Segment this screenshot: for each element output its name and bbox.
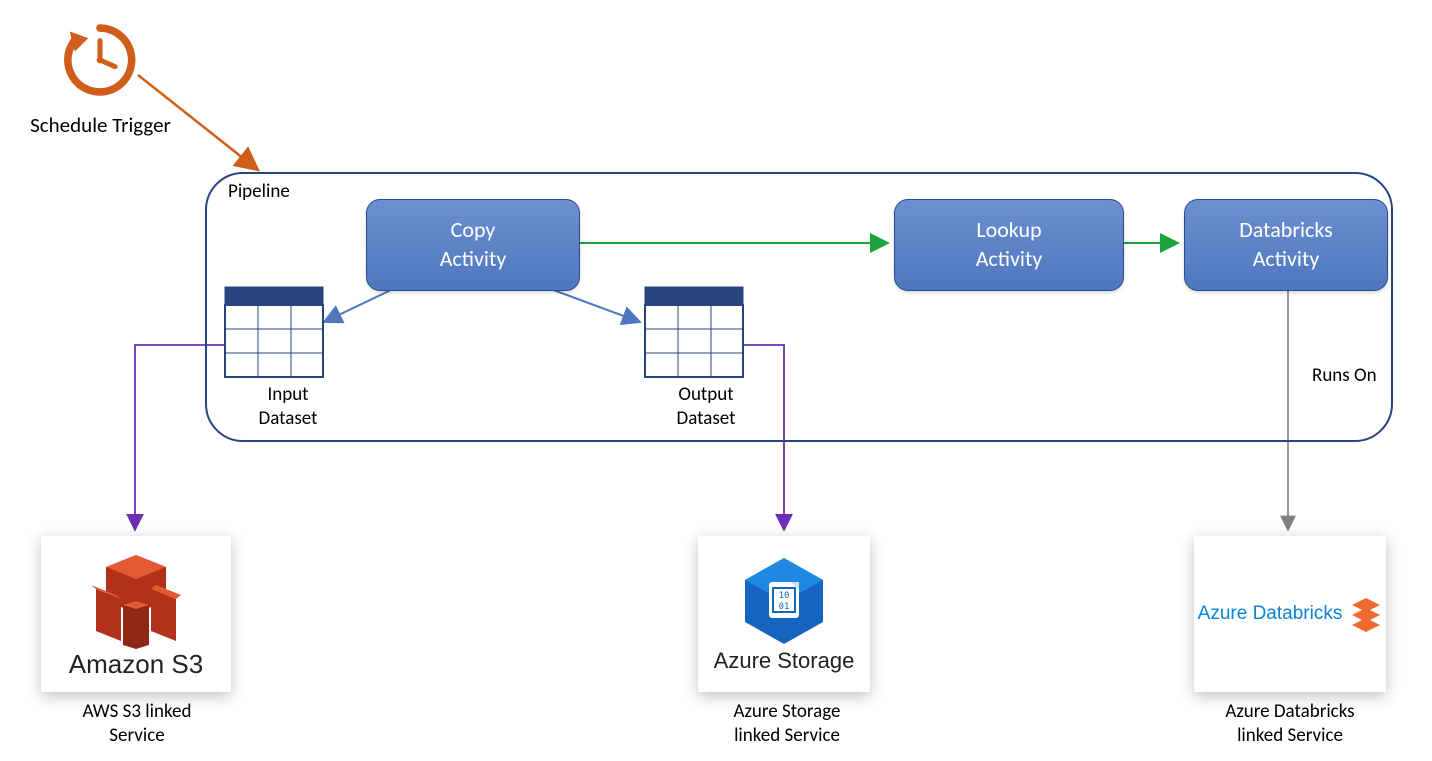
copy-activity-text: Copy Activity (440, 216, 507, 273)
azure-storage-icon: 10 01 (741, 554, 827, 648)
databricks-icon (1350, 596, 1382, 632)
input-dataset-label: Input Dataset (243, 383, 333, 431)
amazon-s3-card: Amazon S3 (41, 536, 231, 692)
copy-activity: Copy Activity (366, 199, 580, 291)
runs-on-label: Runs On (1312, 364, 1377, 388)
azure-databricks-service-label: Azure Databricks linked Service (1195, 700, 1385, 748)
amazon-s3-icon (81, 549, 191, 649)
svg-text:10: 10 (779, 591, 790, 601)
pipeline-label: Pipeline (228, 180, 290, 203)
aws-s3-service-label: AWS S3 linked Service (52, 700, 222, 748)
input-dataset-icon (224, 286, 324, 378)
diagram-canvas: Schedule Trigger Pipeline Copy Activity … (0, 0, 1432, 761)
azure-databricks-text: Azure Databricks (1198, 603, 1343, 625)
lookup-activity: Lookup Activity (894, 199, 1124, 291)
schedule-trigger-label: Schedule Trigger (18, 112, 183, 138)
databricks-activity-text: Databricks Activity (1239, 216, 1333, 273)
lookup-activity-text: Lookup Activity (976, 216, 1043, 273)
output-dataset-icon (644, 286, 744, 378)
azure-databricks-card: Azure Databricks (1194, 536, 1386, 692)
schedule-trigger-icon (58, 18, 142, 102)
azure-storage-text: Azure Storage (714, 648, 855, 674)
output-dataset-label: Output Dataset (661, 383, 751, 431)
svg-text:01: 01 (779, 602, 790, 612)
azure-storage-service-label: Azure Storage linked Service (712, 700, 862, 748)
azure-storage-card: 10 01 Azure Storage (698, 536, 870, 692)
amazon-s3-text: Amazon S3 (69, 649, 203, 680)
databricks-activity: Databricks Activity (1184, 199, 1388, 291)
